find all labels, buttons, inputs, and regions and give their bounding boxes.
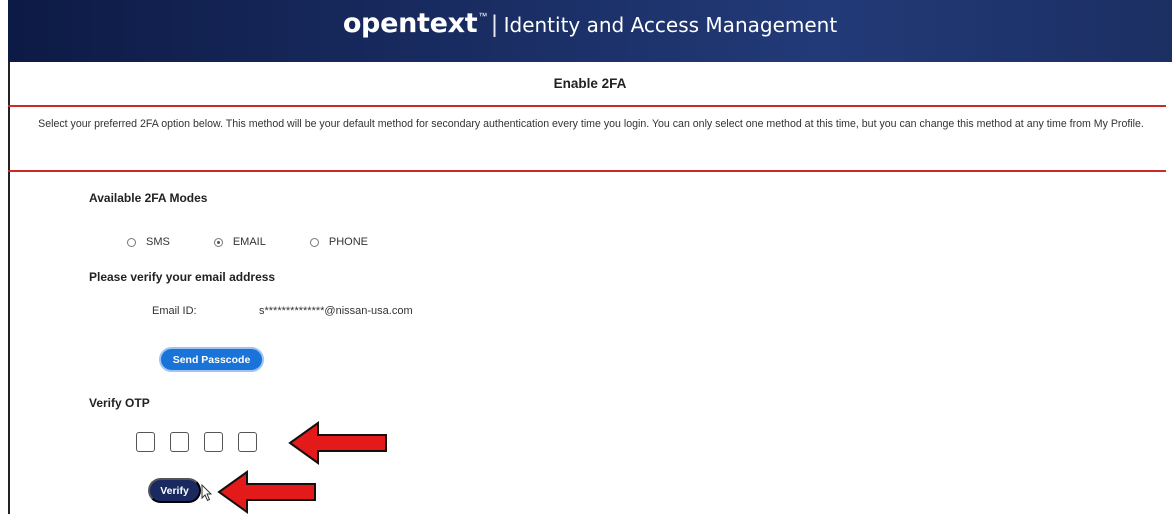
- radio-icon[interactable]: [127, 237, 136, 247]
- radio-option-email[interactable]: EMAIL: [213, 236, 266, 248]
- trademark-mark: ™: [478, 11, 488, 21]
- otp-digit-input-3[interactable]: [204, 432, 223, 452]
- divider-top: [8, 105, 1166, 107]
- verify-email-title: Please verify your email address: [89, 270, 276, 284]
- page-title: Enable 2FA: [553, 76, 627, 91]
- 2fa-mode-radio-group: SMS EMAIL PHONE: [127, 236, 412, 248]
- arrow-annotation-icon: [288, 421, 387, 465]
- radio-option-sms[interactable]: SMS: [127, 236, 170, 248]
- radio-option-phone[interactable]: PHONE: [309, 236, 368, 248]
- radio-icon[interactable]: [309, 237, 319, 247]
- header-separator: |: [491, 11, 498, 38]
- brand: opentext ™ | Identity and Access Managem…: [343, 8, 837, 39]
- radio-label-sms: SMS: [146, 236, 170, 248]
- modes-title: Available 2FA Modes: [89, 191, 208, 205]
- send-passcode-button[interactable]: Send Passcode: [159, 347, 264, 372]
- otp-digit-input-2[interactable]: [170, 432, 189, 452]
- page: opentext ™ | Identity and Access Managem…: [0, 0, 1172, 514]
- radio-icon[interactable]: [213, 237, 223, 247]
- email-id-value: s**************@nissan-usa.com: [259, 305, 413, 317]
- otp-input-group: [136, 432, 272, 452]
- otp-digit-input-4[interactable]: [238, 432, 257, 452]
- email-id-label: Email ID:: [152, 305, 197, 317]
- instructions-text: Select your preferred 2FA option below. …: [38, 118, 1144, 130]
- radio-label-phone: PHONE: [328, 236, 368, 248]
- divider-bottom: [8, 170, 1166, 172]
- app-header: opentext ™ | Identity and Access Managem…: [8, 0, 1172, 62]
- radio-label-email: EMAIL: [232, 236, 266, 248]
- product-name: Identity and Access Management: [503, 13, 838, 37]
- mouse-pointer-icon: [201, 484, 213, 502]
- verify-otp-title: Verify OTP: [89, 396, 150, 410]
- content-left-border: [8, 62, 10, 514]
- otp-digit-input-1[interactable]: [136, 432, 155, 452]
- opentext-logo: opentext: [342, 8, 478, 39]
- verify-button[interactable]: Verify: [148, 478, 201, 503]
- arrow-annotation-icon: [217, 470, 316, 514]
